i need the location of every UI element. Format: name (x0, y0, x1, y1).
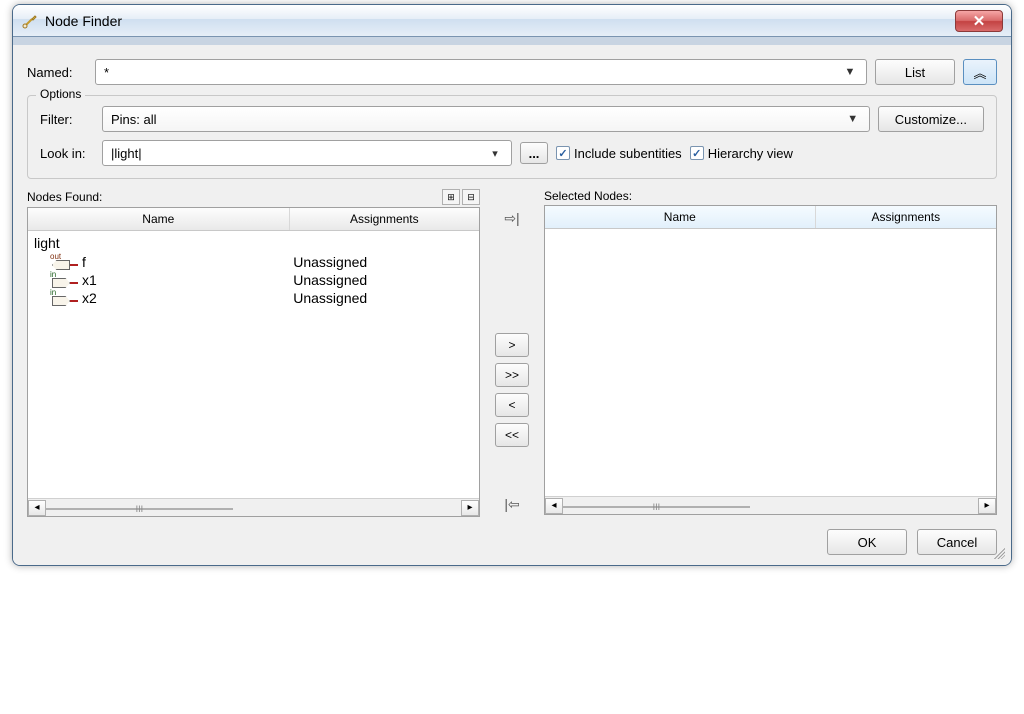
ellipsis-icon: ... (529, 146, 540, 161)
collapse-all-button[interactable]: ⊟ (462, 189, 480, 205)
browse-button[interactable]: ... (520, 142, 548, 164)
resize-grip[interactable] (991, 545, 1005, 559)
tree-row[interactable]: in x1 Unassigned (30, 271, 477, 289)
app-icon (21, 12, 39, 30)
named-input[interactable]: * ▼ (95, 59, 867, 85)
nodes-found-panel: Nodes Found: ⊞ ⊟ Name Assignments (27, 189, 480, 517)
remove-all-button[interactable]: << (495, 423, 529, 447)
selected-nodes-panel: Selected Nodes: Name Assignments ◂ III ▸ (544, 189, 997, 517)
col-name[interactable]: Name (545, 206, 816, 228)
node-finder-dialog: Node Finder ✕ Named: * ▼ List ︽ Options … (12, 4, 1012, 566)
add-button[interactable]: > (495, 333, 529, 357)
node-assignment: Unassigned (289, 272, 477, 288)
plus-icon: ⊞ (447, 192, 455, 203)
chevron-down-icon: ▼ (843, 113, 863, 125)
add-all-button[interactable]: >> (495, 363, 529, 387)
scroll-thumb[interactable]: III (563, 506, 750, 508)
list-button[interactable]: List (875, 59, 955, 85)
pin-out-icon: out (50, 254, 78, 270)
node-name: f (82, 254, 86, 270)
col-assignments[interactable]: Assignments (290, 208, 479, 230)
chevron-down-icon: ▼ (840, 66, 860, 78)
titlebar: Node Finder ✕ (13, 5, 1011, 37)
named-row: Named: * ▼ List ︽ (27, 59, 997, 85)
options-legend: Options (36, 87, 85, 101)
filter-select[interactable]: Pins: all ▼ (102, 106, 870, 132)
selected-nodes-label: Selected Nodes: (544, 189, 632, 203)
horizontal-scrollbar[interactable]: ◂ III ▸ (545, 496, 996, 514)
named-label: Named: (27, 65, 87, 80)
hierarchy-view-checkbox[interactable]: ✓ Hierarchy view (690, 146, 793, 161)
node-assignment: Unassigned (289, 254, 477, 270)
close-icon: ✕ (973, 12, 986, 30)
copy-back-icon[interactable]: |⇦ (500, 495, 524, 513)
lookin-input[interactable]: |light| ▾ (102, 140, 512, 166)
node-name: x1 (82, 272, 97, 288)
nodes-found-table[interactable]: Name Assignments light out (27, 207, 480, 517)
horizontal-scrollbar[interactable]: ◂ III ▸ (28, 498, 479, 516)
dialog-body: Named: * ▼ List ︽ Options Filter: Pins: … (13, 37, 1011, 565)
pin-in-icon: in (50, 272, 78, 288)
chevron-double-up-icon: ︽ (973, 63, 986, 82)
expand-all-button[interactable]: ⊞ (442, 189, 460, 205)
col-assignments[interactable]: Assignments (816, 206, 996, 228)
options-group: Options Filter: Pins: all ▼ Customize...… (27, 95, 997, 179)
tree-root-item[interactable]: light (30, 233, 477, 253)
scroll-right-button[interactable]: ▸ (461, 500, 479, 516)
remove-button[interactable]: < (495, 393, 529, 417)
tree-row[interactable]: out f Unassigned (30, 253, 477, 271)
collapse-options-button[interactable]: ︽ (963, 59, 997, 85)
filter-label: Filter: (40, 112, 94, 127)
scroll-left-button[interactable]: ◂ (545, 498, 563, 514)
nodes-found-header: Name Assignments (28, 208, 479, 231)
dialog-buttons: OK Cancel (27, 529, 997, 555)
check-icon: ✓ (690, 146, 704, 160)
copy-selected-icon[interactable]: ⇨| (500, 209, 524, 227)
customize-button[interactable]: Customize... (878, 106, 984, 132)
lookin-label: Look in: (40, 146, 94, 161)
node-name: x2 (82, 290, 97, 306)
scroll-thumb[interactable]: III (46, 508, 233, 510)
scroll-left-button[interactable]: ◂ (28, 500, 46, 516)
check-icon: ✓ (556, 146, 570, 160)
node-assignment: Unassigned (289, 290, 477, 306)
selected-nodes-body (545, 229, 996, 496)
window-title: Node Finder (45, 13, 122, 29)
scroll-right-button[interactable]: ▸ (978, 498, 996, 514)
tables-area: Nodes Found: ⊞ ⊟ Name Assignments (27, 189, 997, 517)
col-name[interactable]: Name (28, 208, 290, 230)
close-button[interactable]: ✕ (955, 10, 1003, 32)
nodes-found-body: light out f Unassigned (28, 231, 479, 498)
transfer-buttons: ⇨| > >> < << |⇦ (490, 189, 534, 517)
nodes-found-label: Nodes Found: (27, 190, 102, 204)
ok-button[interactable]: OK (827, 529, 907, 555)
include-subentities-checkbox[interactable]: ✓ Include subentities (556, 146, 682, 161)
filter-row: Filter: Pins: all ▼ Customize... (40, 106, 984, 132)
tree-row[interactable]: in x2 Unassigned (30, 289, 477, 307)
selected-nodes-table[interactable]: Name Assignments ◂ III ▸ (544, 205, 997, 515)
chevron-down-icon: ▾ (485, 147, 505, 160)
pin-in-icon: in (50, 290, 78, 306)
cancel-button[interactable]: Cancel (917, 529, 997, 555)
minus-icon: ⊟ (467, 192, 475, 203)
lookin-row: Look in: |light| ▾ ... ✓ Include subenti… (40, 140, 984, 166)
selected-nodes-header: Name Assignments (545, 206, 996, 229)
